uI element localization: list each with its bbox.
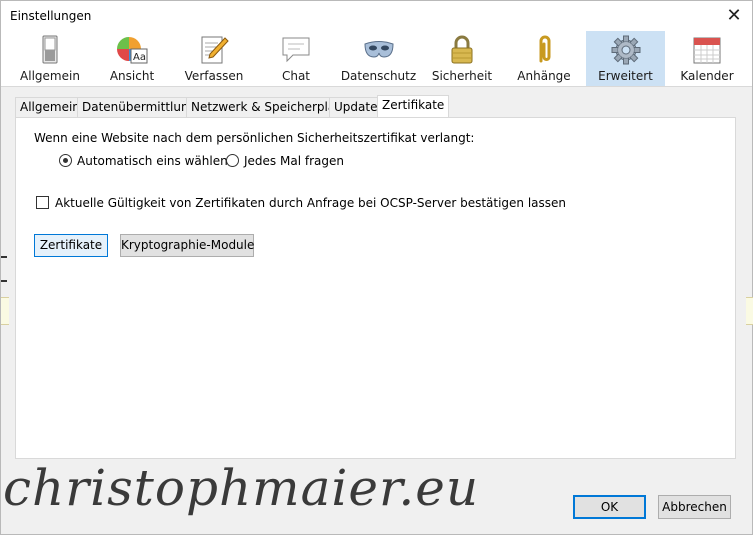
- ocsp-checkbox-row[interactable]: Aktuelle Gültigkeit von Zertifikaten dur…: [36, 196, 566, 210]
- pane-label: Kalender: [680, 69, 734, 83]
- tab-update[interactable]: Update: [329, 97, 383, 117]
- preferences-toolbar: Allgemein Aa Ansicht Verfassen Chat Date…: [1, 31, 752, 87]
- radio-ask-every-time[interactable]: Jedes Mal fragen: [226, 154, 344, 168]
- crypto-modules-button[interactable]: Kryptographie-Module: [120, 234, 254, 257]
- pane-label: Datenschutz: [340, 69, 417, 83]
- radio-ask-label: Jedes Mal fragen: [244, 154, 344, 168]
- certificates-panel: Wenn eine Website nach dem persönlichen …: [15, 117, 736, 459]
- pane-sicherheit[interactable]: Sicherheit: [422, 31, 502, 86]
- watermark: christophmaier.eu: [3, 459, 480, 517]
- certificates-button[interactable]: Zertifikate: [34, 234, 108, 257]
- pane-chat[interactable]: Chat: [256, 31, 336, 86]
- pane-ansicht[interactable]: Aa Ansicht: [92, 31, 172, 86]
- compose-pencil-icon: [201, 36, 229, 64]
- title-bar: Einstellungen ✕: [1, 1, 752, 31]
- pane-label: Allgemein: [20, 69, 80, 83]
- calendar-icon: [693, 37, 721, 64]
- paperclip-icon: [539, 35, 551, 63]
- color-palette-icon: Aa: [117, 37, 148, 64]
- pane-label: Erweitert: [598, 69, 653, 83]
- padlock-icon: [451, 35, 473, 64]
- pane-allgemein[interactable]: Allgemein: [10, 31, 90, 86]
- gear-icon: [611, 35, 640, 65]
- cancel-button[interactable]: Abbrechen: [658, 495, 731, 519]
- tab-datenuebermittlung[interactable]: Datenübermittlung: [77, 97, 202, 117]
- pane-label: Sicherheit: [431, 69, 493, 83]
- radio-automatic[interactable]: Automatisch eins wählen: [59, 154, 228, 168]
- speech-bubble-icon: [282, 37, 310, 63]
- tab-allgemein[interactable]: Allgemein: [15, 97, 85, 117]
- radio-automatic-label: Automatisch eins wählen: [77, 154, 228, 168]
- radio-selected-indicator[interactable]: [59, 154, 72, 167]
- settings-dialog: Einstellungen ✕ Allgemein Aa Ansicht Ver…: [0, 0, 753, 535]
- pane-label: Anhänge: [517, 69, 571, 83]
- pane-anhaenge[interactable]: Anhänge: [503, 31, 585, 86]
- radio-indicator[interactable]: [226, 154, 239, 167]
- tab-zertifikate[interactable]: Zertifikate: [377, 95, 450, 117]
- background-window-edge: [1, 280, 7, 282]
- ocsp-checkbox-label: Aktuelle Gültigkeit von Zertifikaten dur…: [55, 196, 567, 210]
- pane-kalender[interactable]: Kalender: [667, 31, 747, 86]
- background-window-edge: [1, 256, 7, 258]
- ocsp-checkbox[interactable]: [36, 196, 49, 209]
- background-window-edge: [1, 297, 9, 325]
- pane-label: Chat: [281, 69, 311, 83]
- mask-icon: [363, 41, 394, 58]
- switch-icon: [42, 35, 58, 64]
- pane-erweitert[interactable]: Erweitert: [586, 31, 665, 86]
- pane-verfassen[interactable]: Verfassen: [173, 31, 255, 86]
- window-title: Einstellungen: [10, 9, 92, 23]
- ok-button[interactable]: OK: [573, 495, 646, 519]
- certificate-request-prompt: Wenn eine Website nach dem persönlichen …: [34, 131, 475, 145]
- pane-label: Ansicht: [109, 69, 155, 83]
- pane-label: Verfassen: [184, 69, 244, 83]
- svg-text:Aa: Aa: [133, 52, 146, 63]
- background-window-edge: [746, 297, 753, 325]
- pane-datenschutz[interactable]: Datenschutz: [337, 31, 420, 86]
- tab-netzwerk[interactable]: Netzwerk & Speicherplatz: [186, 97, 352, 117]
- close-icon[interactable]: ✕: [719, 3, 749, 29]
